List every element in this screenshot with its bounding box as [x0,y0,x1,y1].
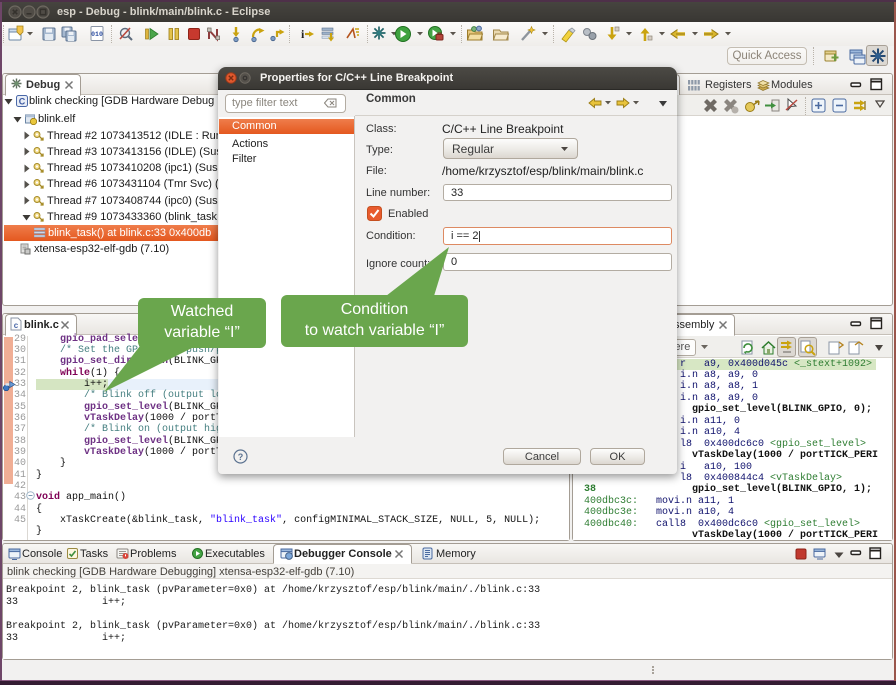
svg-text:?: ? [238,452,244,462]
svg-text:C: C [19,97,26,107]
svg-text:i: i [301,27,305,41]
svg-text:c: c [14,321,19,330]
svg-text:010: 010 [91,31,103,38]
